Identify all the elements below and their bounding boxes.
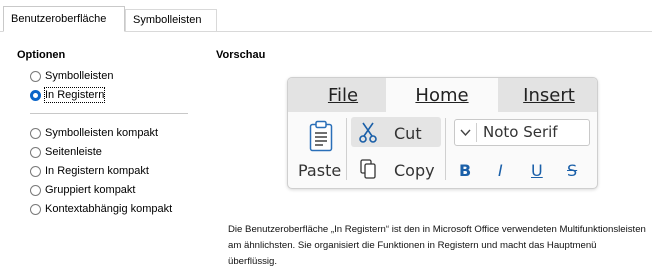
radio-gruppiert-kompakt[interactable]: Gruppiert kompakt (30, 182, 135, 198)
options-title: Optionen (17, 49, 66, 61)
preview-tab-label: Home (415, 85, 469, 106)
tab-symbolleisten[interactable]: Symbolleisten (125, 9, 217, 31)
radio-button[interactable] (30, 70, 41, 82)
preview-cut-label: Cut (394, 124, 422, 143)
radio-label: In Registern (43, 87, 106, 103)
preview-underline-icon: U (531, 161, 543, 180)
tab-benutzeroberflaeche[interactable]: Benutzeroberfläche (3, 6, 125, 32)
preview-tab-label: File (327, 85, 359, 106)
preview-tab-file: File (308, 78, 378, 112)
radio-button[interactable] (30, 165, 41, 177)
radio-button-selected[interactable] (30, 89, 41, 101)
preview-separator (346, 118, 347, 180)
preview-tab-home: Home (386, 78, 498, 112)
radio-label: In Registern kompakt (45, 165, 149, 177)
preview-strikethrough-icon: S (567, 161, 578, 180)
radio-button[interactable] (30, 146, 41, 158)
radio-symbolleisten[interactable]: Symbolleisten (30, 68, 113, 84)
radio-label: Gruppiert kompakt (45, 184, 136, 196)
preview-font-separator (476, 123, 477, 142)
radio-label: Symbolleisten (45, 70, 114, 82)
ribbon-preview-image: File Home Insert Paste Cut Copy Noto Ser… (287, 77, 598, 189)
radio-label: Kontextabhängig kompakt (45, 203, 173, 215)
preview-tab-bar: File Home Insert (288, 78, 597, 112)
preview-font-name: Noto Serif (483, 123, 558, 141)
clipboard-icon (309, 120, 333, 152)
radio-button[interactable] (30, 203, 41, 215)
radio-kontextabhaengig-kompakt[interactable]: Kontextabhängig kompakt (30, 201, 172, 217)
radio-label: Seitenleiste (45, 146, 102, 158)
radio-in-registern-kompakt[interactable]: In Registern kompakt (30, 163, 149, 179)
copy-icon (360, 159, 376, 179)
preview-ribbon-body: Paste Cut Copy Noto Serif B I U S (288, 112, 597, 188)
preview-separator (445, 118, 446, 180)
preview-title: Vorschau (216, 49, 266, 61)
preview-copy-label: Copy (394, 161, 435, 180)
radio-symbolleisten-kompakt[interactable]: Symbolleisten kompakt (30, 125, 158, 141)
preview-bold-icon: B (459, 161, 472, 180)
preview-description: Die Benutzeroberfläche „In Registern“ is… (228, 224, 646, 267)
scissors-icon (359, 122, 377, 143)
preview-font-box: Noto Serif (454, 119, 590, 146)
chevron-down-icon (460, 129, 471, 137)
preview-tab-insert: Insert (506, 78, 592, 112)
options-separator (30, 113, 188, 114)
tab-strip: Benutzeroberfläche Symbolleisten (0, 0, 652, 32)
radio-button[interactable] (30, 184, 41, 196)
radio-label: Symbolleisten kompakt (45, 127, 159, 139)
preview-tab-label: Insert (523, 85, 575, 106)
preview-italic-icon: I (498, 161, 503, 180)
radio-in-registern[interactable]: In Registern (30, 87, 106, 103)
radio-seitenleiste[interactable]: Seitenleiste (30, 144, 102, 160)
radio-button[interactable] (30, 127, 41, 139)
preview-paste-label: Paste (298, 161, 342, 180)
